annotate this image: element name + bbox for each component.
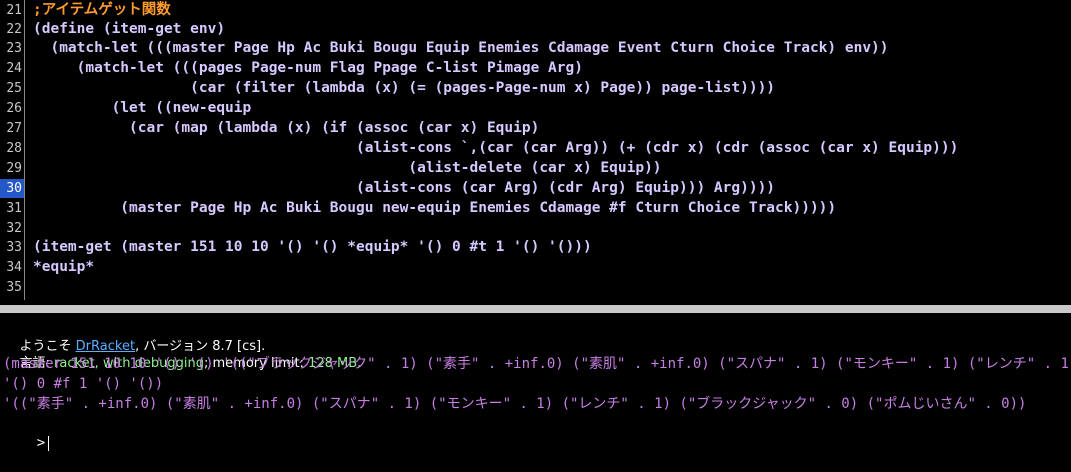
code-line[interactable]: (alist-cons `,(car (car Arg)) (+ (cdr x)… [33,139,958,158]
code-line[interactable]: (master Page Hp Ac Buki Bougu new-equip … [33,199,836,218]
code-line[interactable]: (match-let (((master Page Hp Ac Buki Bou… [33,39,888,58]
code-line[interactable]: (alist-cons (car Arg) (cdr Arg) Equip)))… [33,179,775,198]
code-line[interactable]: ;アイテムゲット関数 [33,1,171,20]
code-line[interactable]: (car (map (lambda (x) (if (assoc (car x)… [33,119,539,138]
interactions-pane[interactable]: ようこそ DrRacket, バージョン 8.7 [cs]. 言語: racke… [0,313,1071,451]
text-caret [48,435,50,451]
line-number: 29 [6,161,22,176]
line-number: 35 [6,280,22,295]
code-line[interactable]: (car (filter (lambda (x) (= (pages-Page-… [33,79,775,98]
line-number: 24 [6,61,22,76]
code-line[interactable]: (define (item-get env) [33,20,225,39]
output-line: (master 151 10 10 '() '() '(("ブラックジャック" … [3,356,1071,372]
repl-input[interactable]: > [3,415,50,451]
line-number: 32 [6,221,22,236]
line-number: 33 [6,240,22,255]
code-line[interactable]: (match-let (((pages Page-num Flag Ppage … [33,59,583,78]
line-number-gutter: 21 22 23 24 25 26 27 28 29 30 31 32 33 3… [0,0,25,300]
line-number: 31 [6,201,22,216]
language-line: 言語: racket, with debugging; memory limit… [3,335,362,371]
line-number: 27 [6,121,22,136]
code-line[interactable]: *equip* [33,258,94,277]
current-line-number: 30 [0,179,24,198]
line-number: 25 [6,81,22,96]
prompt-symbol: > [36,435,46,451]
line-number: 23 [6,41,22,56]
line-number: 34 [6,260,22,275]
line-number: 22 [6,22,22,37]
output-line: '(("素手" . +inf.0) ("素肌" . +inf.0) ("スパナ"… [3,396,1027,412]
code-line[interactable]: (alist-delete (car x) Equip)) [33,159,661,178]
code-line[interactable]: (item-get (master 151 10 10 '() '() *equ… [33,238,592,257]
output-line: '() 0 #f 1 '() '()) [3,376,164,392]
definitions-editor[interactable]: 21 22 23 24 25 26 27 28 29 30 31 32 33 3… [0,0,1071,300]
code-line[interactable]: (let ((new-equip [33,99,252,118]
line-number: 26 [6,101,22,116]
line-number: 21 [6,3,22,18]
line-number: 28 [6,141,22,156]
pane-splitter[interactable] [0,305,1071,313]
